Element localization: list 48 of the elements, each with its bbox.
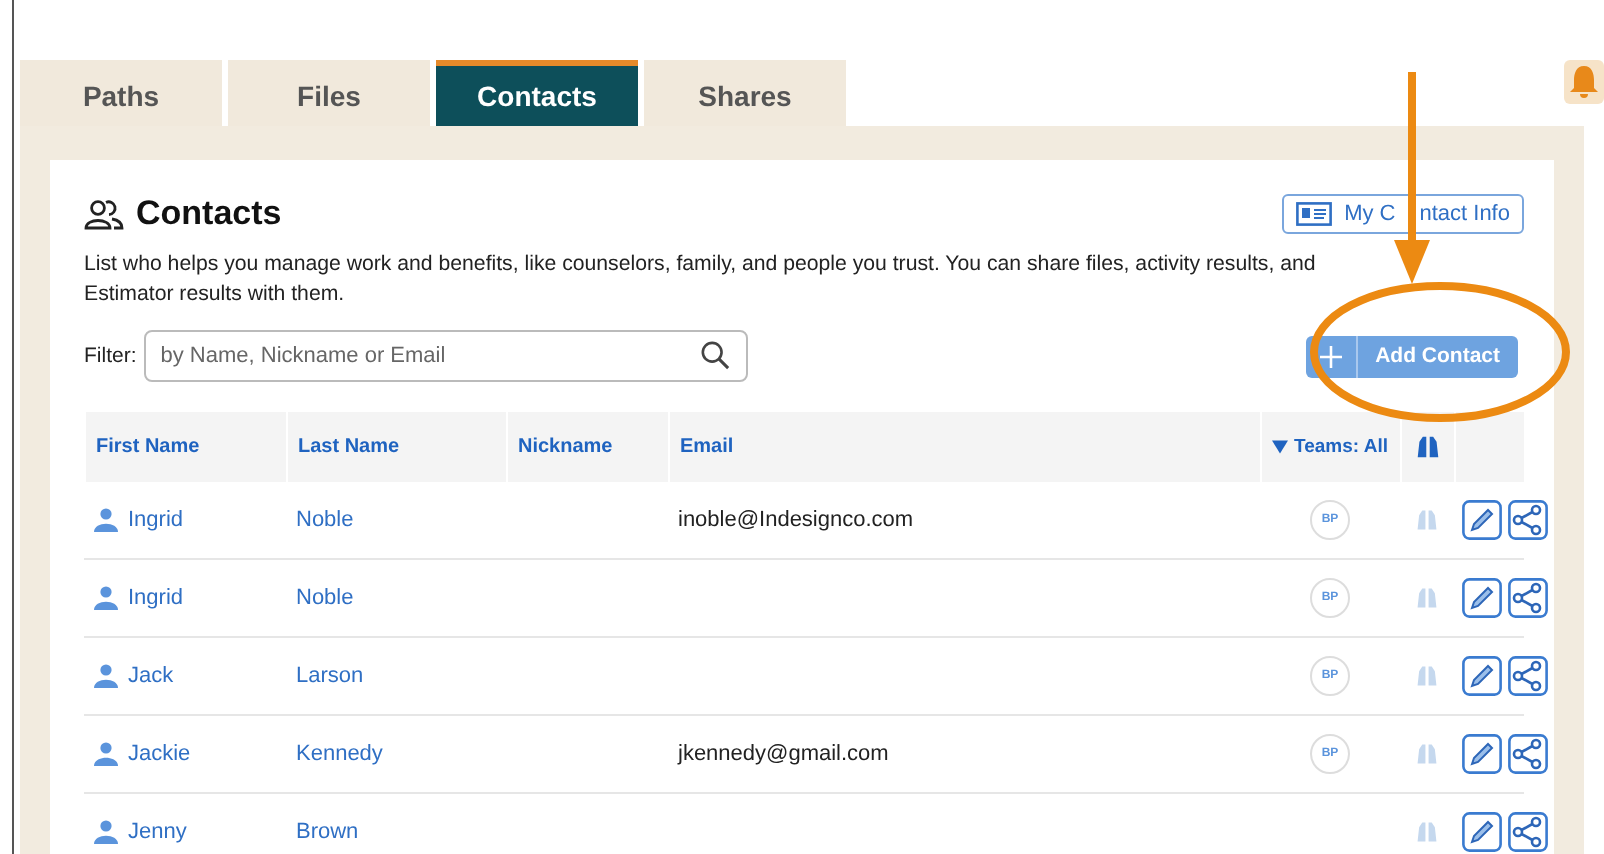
- person-icon: [94, 664, 118, 688]
- share-button[interactable]: [1508, 500, 1548, 540]
- edit-button[interactable]: [1462, 578, 1502, 618]
- first-name-link[interactable]: Jenny: [128, 820, 187, 844]
- tab[interactable]: Paths: [20, 60, 222, 126]
- person-icon: [94, 508, 118, 532]
- column-header[interactable]: First Name: [84, 412, 286, 482]
- filter-label: Filter:: [84, 344, 137, 368]
- edit-button[interactable]: [1462, 656, 1502, 696]
- plus-icon: [1319, 345, 1342, 367]
- share-button[interactable]: [1508, 734, 1548, 774]
- first-name-link[interactable]: Ingrid: [128, 508, 184, 532]
- last-name-link[interactable]: Brown: [296, 820, 359, 844]
- description: List who helps you manage work and benefits, like counselors, family, and people you trust. You can share files, activity results, and Estimator results with them.: [84, 250, 1318, 310]
- email-text: jkennedy@gmail.com: [678, 742, 889, 766]
- last-name-link[interactable]: Larson: [296, 664, 364, 688]
- person-icon: [94, 586, 118, 610]
- caret-icon: [1272, 440, 1288, 454]
- teams-filter[interactable]: Teams: All: [1260, 412, 1400, 482]
- tab[interactable]: Files: [228, 60, 430, 126]
- my-contact-info-button[interactable]: My C ntact Info: [1282, 194, 1524, 234]
- search-icon[interactable]: [700, 340, 731, 370]
- first-name-link[interactable]: Jackie: [128, 742, 191, 766]
- person-icon: [94, 820, 118, 844]
- last-name-link[interactable]: Noble: [296, 508, 354, 532]
- column-header[interactable]: Email: [668, 412, 1260, 482]
- edit-button[interactable]: [1462, 812, 1502, 852]
- binoculars-icon: [1416, 434, 1440, 460]
- column-header[interactable]: Last Name: [286, 412, 506, 482]
- person-icon: [94, 742, 118, 766]
- first-name-link[interactable]: Ingrid: [128, 586, 184, 610]
- first-name-link[interactable]: Jack: [128, 664, 174, 688]
- last-name-link[interactable]: Kennedy: [296, 742, 383, 766]
- add-contact-button[interactable]: Add Contact: [1305, 335, 1518, 377]
- share-button[interactable]: [1508, 656, 1548, 696]
- share-button[interactable]: [1508, 812, 1548, 852]
- column-header[interactable]: Nickname: [506, 412, 668, 482]
- last-name-link[interactable]: Noble: [296, 586, 354, 610]
- edit-button[interactable]: [1462, 734, 1502, 774]
- people-icon: [84, 198, 124, 230]
- tab[interactable]: Contacts: [436, 60, 638, 126]
- page-title: Contacts: [136, 194, 282, 234]
- tab[interactable]: Shares: [644, 60, 846, 126]
- edit-button[interactable]: [1462, 500, 1502, 540]
- id-card-icon: [1296, 202, 1333, 226]
- email-text: inoble@Indesignco.com: [678, 508, 914, 532]
- share-button[interactable]: [1508, 578, 1548, 618]
- filter-field[interactable]: by Name, Nickname or Email: [144, 330, 749, 382]
